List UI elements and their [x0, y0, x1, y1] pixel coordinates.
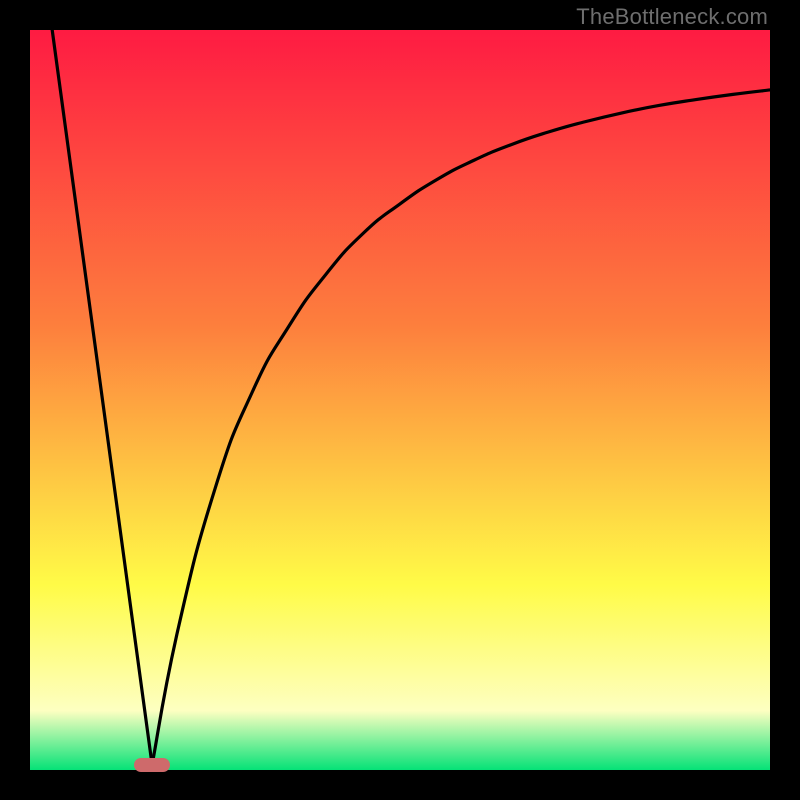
watermark-text: TheBottleneck.com — [576, 4, 768, 30]
curve-right-branch — [152, 90, 770, 765]
chart-frame: TheBottleneck.com — [0, 0, 800, 800]
curve-left-branch — [52, 30, 152, 765]
curve-layer — [30, 30, 770, 770]
minimum-marker — [134, 758, 170, 772]
plot-area — [30, 30, 770, 770]
